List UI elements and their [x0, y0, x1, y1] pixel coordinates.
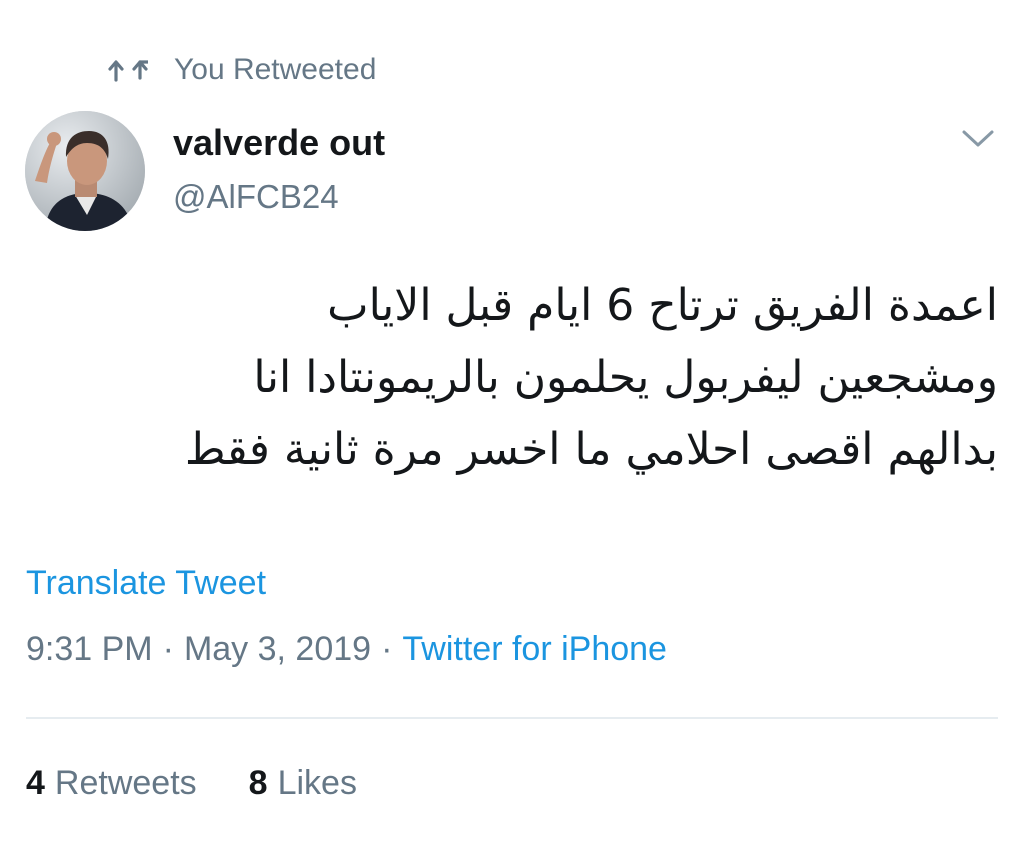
- tweet-metadata: 9:31 PM · May 3, 2019 · Twitter for iPhone: [26, 626, 667, 672]
- retweets-stat[interactable]: 4 Retweets: [26, 760, 197, 806]
- retweet-context: You Retweeted: [108, 50, 376, 90]
- author-display-name[interactable]: valverde out: [173, 118, 385, 168]
- tweet-text-line: بدالهم اقصى احلامي ما اخسر مرة ثانية فقط: [184, 424, 998, 475]
- retweets-label: Retweets: [54, 764, 197, 802]
- author-handle[interactable]: @AlFCB24: [173, 174, 339, 220]
- tweet-text-line: اعمدة الفريق ترتاح 6 ايام قبل الاياب: [327, 280, 998, 331]
- meta-separator: ·: [162, 630, 174, 668]
- tweet-text-line: ومشجعين ليفربول يحلمون بالريمونتادا انا: [253, 352, 998, 403]
- retweet-context-label: You Retweeted: [174, 53, 377, 86]
- translate-tweet-link[interactable]: Translate Tweet: [26, 560, 266, 606]
- chevron-down-icon[interactable]: [960, 126, 996, 150]
- retweet-icon: [108, 56, 154, 84]
- meta-separator: ·: [381, 630, 393, 668]
- tweet-source-link[interactable]: Twitter for iPhone: [402, 630, 667, 668]
- tweet-time: 9:31 PM: [26, 630, 153, 668]
- likes-count: 8: [248, 764, 268, 802]
- tweet-stats: 4 Retweets 8 Likes: [26, 760, 409, 806]
- avatar-photo: [25, 111, 145, 231]
- likes-label: Likes: [277, 764, 357, 802]
- retweets-count: 4: [26, 764, 45, 802]
- tweet-date: May 3, 2019: [183, 630, 372, 668]
- divider: [26, 717, 998, 719]
- likes-stat[interactable]: 8 Likes: [249, 760, 357, 806]
- avatar[interactable]: [25, 111, 145, 231]
- tweet-text: اعمدة الفريق ترتاح 6 ايام قبل الاياب ومش…: [40, 270, 998, 486]
